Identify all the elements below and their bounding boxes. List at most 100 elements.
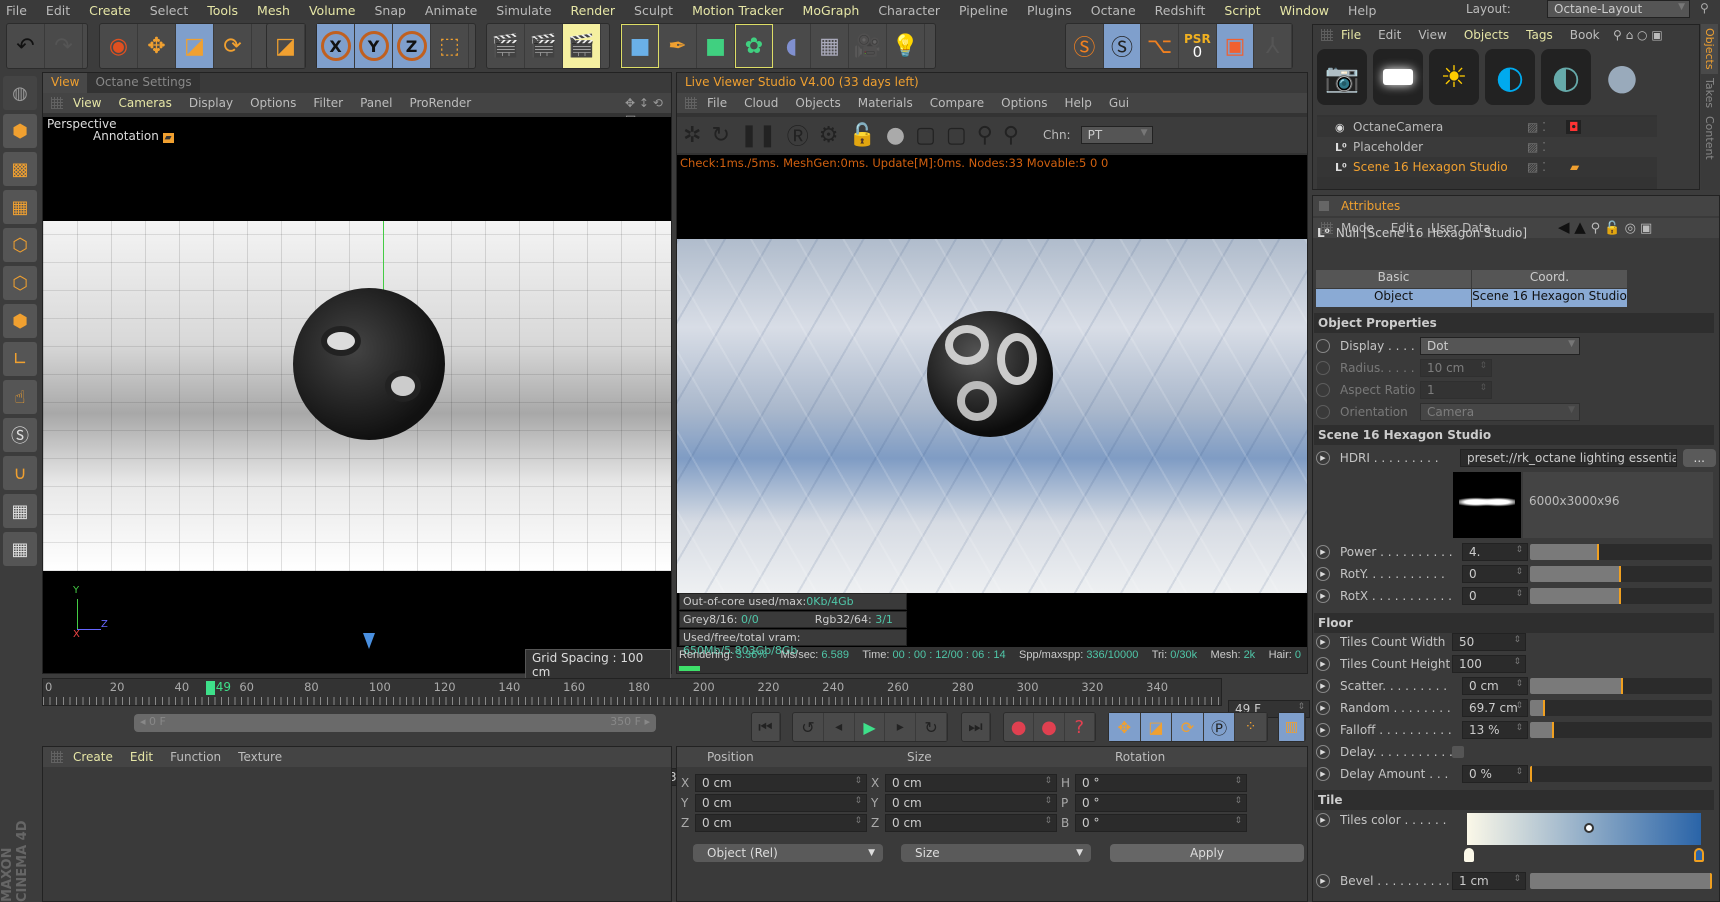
object-manager-tools-icons[interactable]: ⚲ ⌂ ○ ▣ <box>1613 28 1663 42</box>
live-viewer-icon[interactable]: ▣ <box>1216 24 1255 68</box>
visibility-toggle-icon[interactable]: ▨ ⁚ <box>1527 140 1546 154</box>
material-ball-icon[interactable]: ● <box>886 123 905 148</box>
coord-mode-select[interactable]: Object (Rel) ▼ <box>693 844 883 862</box>
octane-camera-shelf-icon[interactable]: 📷 <box>1317 49 1367 105</box>
value-field[interactable]: 0 ⇕ <box>1462 565 1528 583</box>
pen-icon[interactable]: ✒ <box>659 24 697 68</box>
region2-icon[interactable]: ▢ <box>946 123 967 148</box>
render-view-icon[interactable]: 🎬 <box>487 24 525 68</box>
globe-icon[interactable]: ◍ <box>3 76 37 110</box>
animate-icon[interactable]: ▶ <box>1316 723 1330 737</box>
tab-view[interactable]: View <box>43 73 88 93</box>
radio-icon[interactable] <box>1316 405 1330 419</box>
value-field[interactable]: Camera ▼ <box>1420 403 1580 421</box>
subdivision-icon[interactable]: ■ <box>697 24 735 68</box>
render-picture-icon[interactable]: 🎬 <box>525 24 563 68</box>
move-icon[interactable]: ✥ <box>138 24 176 68</box>
menu-options[interactable]: Options <box>250 96 296 110</box>
play-icon[interactable]: ▶ <box>855 713 886 741</box>
menu-edit[interactable]: Edit <box>46 3 70 18</box>
menu-mograph[interactable]: MoGraph <box>803 3 860 18</box>
octane-tree-icon[interactable]: ⌥ <box>1141 24 1180 68</box>
key-param-icon[interactable]: Ⓟ <box>1203 713 1236 741</box>
radio-icon[interactable] <box>1316 361 1330 375</box>
menu-render[interactable]: Render <box>571 3 616 18</box>
menu-objects[interactable]: Objects <box>1464 28 1509 42</box>
value-field[interactable]: 10 cm ⇕ <box>1420 359 1492 377</box>
menu-snap[interactable]: Snap <box>374 3 405 18</box>
ik-icon[interactable]: ⅄ <box>1254 24 1293 68</box>
rotation-h-field[interactable]: 0 ° ⇕ <box>1075 774 1247 792</box>
magnet-icon[interactable]: ∪ <box>3 456 37 490</box>
next-frame-icon[interactable]: ▸ <box>885 713 917 741</box>
menu-select[interactable]: Select <box>150 3 189 18</box>
octane-camera-tag-icon[interactable]: ◘ <box>1565 120 1582 134</box>
menu-simulate[interactable]: Simulate <box>496 3 551 18</box>
hdri-browse-button[interactable]: ... <box>1682 449 1716 467</box>
animate-icon[interactable]: ▶ <box>1316 545 1330 559</box>
object-row-placeholder[interactable]: L⁰ Placeholder ▨ ⁚ <box>1317 137 1657 157</box>
menu-file[interactable]: File <box>707 96 727 110</box>
menu-octane[interactable]: Octane <box>1091 3 1136 18</box>
menu-compare[interactable]: Compare <box>930 96 984 110</box>
menu-pipeline[interactable]: Pipeline <box>959 3 1008 18</box>
cloner-icon[interactable]: ✿ <box>735 24 773 68</box>
size-y-field[interactable]: 0 cm ⇕ <box>885 794 1057 812</box>
menu-file[interactable]: File <box>6 3 27 18</box>
polygons-icon[interactable]: ⬢ <box>3 304 37 338</box>
visibility-toggle-icon[interactable]: ▨ ⁚ <box>1527 120 1546 134</box>
menu-filter[interactable]: Filter <box>313 96 343 110</box>
deformer-icon[interactable]: ◖ <box>773 24 811 68</box>
menu-view[interactable]: View <box>1418 28 1446 42</box>
sun-light-shelf-icon[interactable]: ☀ <box>1429 49 1479 105</box>
value-slider[interactable] <box>1530 544 1712 560</box>
menu-sculpt[interactable]: Sculpt <box>634 3 673 18</box>
menu-cameras[interactable]: Cameras <box>118 96 171 110</box>
value-field[interactable]: 0 ⇕ <box>1462 587 1528 605</box>
psr-icon[interactable]: PSR 0 <box>1179 24 1217 68</box>
restart-icon[interactable]: ↻ <box>711 123 729 148</box>
value-field[interactable]: 13 % ⇕ <box>1462 721 1528 739</box>
value-slider[interactable] <box>1530 766 1712 782</box>
size-mode-select[interactable]: Size ▼ <box>901 844 1091 862</box>
next-key-icon[interactable]: ↻ <box>916 713 947 741</box>
settings-gear-icon[interactable]: ⚙ <box>819 123 839 148</box>
scale-alt-icon[interactable]: ◪ <box>267 24 305 68</box>
gradient-end-knot[interactable] <box>1694 848 1704 862</box>
redo-icon[interactable]: ↷ <box>45 24 83 68</box>
texture-mode-icon[interactable]: ▩ <box>3 152 37 186</box>
workplane-icon[interactable]: ▦ <box>3 190 37 224</box>
menu-objects[interactable]: Objects <box>795 96 840 110</box>
timeline-window-icon[interactable]: ▥ <box>1279 713 1305 741</box>
menu-window[interactable]: Window <box>1280 3 1329 18</box>
octane-s2-icon[interactable]: Ⓢ <box>1103 24 1142 68</box>
value-slider[interactable] <box>1530 700 1712 716</box>
size-z-field[interactable]: 0 cm ⇕ <box>885 814 1057 832</box>
range-slider[interactable]: ◂ 0 F 350 F ▸ <box>134 714 656 732</box>
menu-volume[interactable]: Volume <box>309 3 356 18</box>
go-to-start-icon[interactable]: ⏮ <box>752 713 780 741</box>
snap-s-icon[interactable]: Ⓢ <box>3 418 37 452</box>
menu-options[interactable]: Options <box>1001 96 1047 110</box>
menu-character[interactable]: Character <box>878 3 940 18</box>
menu-book[interactable]: Book <box>1570 28 1600 42</box>
record-keys-icon[interactable]: ● <box>1004 713 1035 741</box>
menu-create[interactable]: Create <box>73 750 113 764</box>
menu-plugins[interactable]: Plugins <box>1027 3 1072 18</box>
panel-grip[interactable] <box>685 97 697 109</box>
menu-mesh[interactable]: Mesh <box>257 3 290 18</box>
value-field[interactable]: 0 % ⇕ <box>1462 765 1528 783</box>
area-light-shelf-icon[interactable] <box>1373 49 1423 105</box>
panel-grip[interactable] <box>51 751 63 763</box>
position-y-field[interactable]: 0 cm ⇕ <box>695 794 867 812</box>
position-x-field[interactable]: 0 cm ⇕ <box>695 774 867 792</box>
rotation-b-field[interactable]: 0 ° ⇕ <box>1075 814 1247 832</box>
gradient-midpoint-handle[interactable] <box>1584 823 1594 833</box>
tweak-icon[interactable]: ☝ <box>3 380 37 414</box>
value-field[interactable]: 69.7 cm ⇕ <box>1462 699 1528 717</box>
animate-icon[interactable]: ▶ <box>1316 589 1330 603</box>
points-icon[interactable]: ⬡ <box>3 228 37 262</box>
key-pla-icon[interactable]: ⁘ <box>1235 713 1267 741</box>
texture-env-shelf-icon[interactable]: ◐ <box>1541 49 1591 105</box>
menu-view[interactable]: View <box>73 96 101 110</box>
